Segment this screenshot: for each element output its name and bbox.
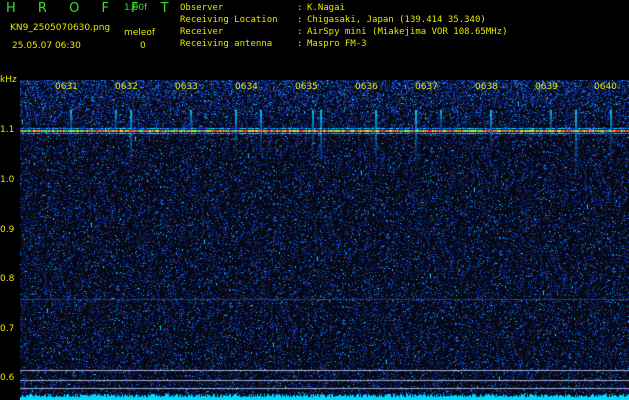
x-tick-0636: 0636 — [355, 82, 378, 92]
app-version: 1.00f — [124, 3, 148, 13]
location-colon: : — [297, 15, 303, 25]
hrofft-window: H R O F F T 1.00f KN9_2505070630.png mel… — [0, 0, 629, 400]
receiver-value: AirSpy mini (Miakejima VOR 108.65MHz) — [307, 27, 508, 37]
observer-label: Observer — [180, 3, 224, 13]
location-value: Chigasaki, Japan (139.414 35.340) — [307, 15, 486, 25]
antenna-value: Maspro FM-3 — [307, 39, 367, 49]
y-axis-unit: kHz — [0, 75, 17, 85]
location-label: Receiving Location — [180, 15, 278, 25]
x-tick-0640: 0640 — [594, 82, 617, 92]
meleof-label: meleof — [124, 28, 156, 38]
x-tick-0639: 0639 — [535, 82, 558, 92]
x-tick-0631: 0631 — [55, 82, 78, 92]
x-tick-0634: 0634 — [235, 82, 258, 92]
y-tick-0.6: 0.6 — [0, 373, 15, 383]
receiver-colon: : — [297, 27, 303, 37]
observer-value: K.Nagai — [307, 3, 345, 13]
receiver-label: Receiver — [180, 27, 224, 37]
y-tick-1.0: 1.0 — [0, 175, 15, 185]
x-tick-0638: 0638 — [475, 82, 498, 92]
y-tick-0.8: 0.8 — [0, 274, 15, 284]
spectrogram-waterfall — [20, 80, 629, 400]
timestamp: 25.05.07 06:30 — [12, 41, 81, 51]
observer-colon: : — [297, 3, 303, 13]
x-tick-0637: 0637 — [415, 82, 438, 92]
y-tick-0.7: 0.7 — [0, 324, 15, 334]
x-tick-0635: 0635 — [295, 82, 318, 92]
meleof-value: 0 — [140, 41, 146, 51]
x-tick-0632: 0632 — [115, 82, 138, 92]
y-tick-0.9: 0.9 — [0, 225, 15, 235]
filename: KN9_2505070630.png — [10, 23, 111, 33]
y-tick-1.1: 1.1 — [0, 125, 15, 135]
app-brand: H R O F F T — [6, 1, 178, 16]
antenna-label: Receiving antenna — [180, 39, 273, 49]
x-tick-0633: 0633 — [175, 82, 198, 92]
antenna-colon: : — [297, 39, 303, 49]
